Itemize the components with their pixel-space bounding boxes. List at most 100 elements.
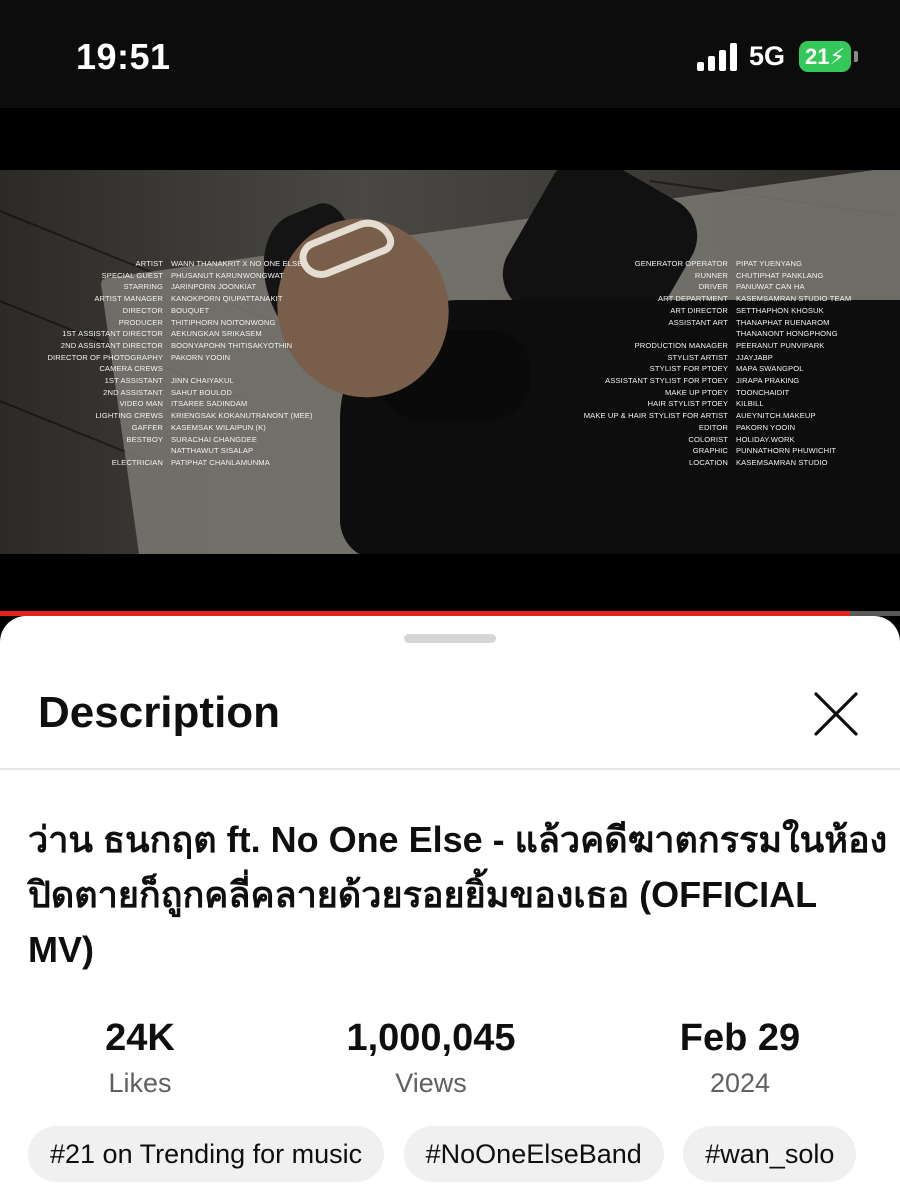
credit-name: Kilbill	[736, 399, 764, 409]
credit-name: Thitiphorn Noitonwong	[171, 317, 276, 327]
credit-name: Toonchaidit	[736, 387, 790, 397]
credit-role: Stylist Artist	[667, 352, 728, 362]
credit-role: Camera Crews	[99, 364, 163, 374]
views-count: 1,000,045	[346, 1017, 516, 1059]
credit-role: Art Director	[670, 305, 728, 315]
publish-date: Feb 29	[679, 1017, 801, 1059]
credit-name: Kasemsamran Studio	[736, 457, 828, 467]
credit-role: Artist	[135, 259, 163, 268]
credit-role: Runner	[694, 270, 728, 280]
trending-chip[interactable]: #21 on Trending for music	[28, 1126, 385, 1182]
credit-role: Graphic	[692, 446, 728, 456]
credit-name: Pakorn Yooin	[736, 422, 796, 432]
video-player[interactable]: Artist Wann Thanakrit x No One Else Specia…	[0, 108, 900, 616]
credit-row: Camera Crews	[40, 363, 313, 375]
credit-row: Director of Photography Pakorn Yooin	[40, 352, 313, 364]
credit-role: Video Man	[119, 399, 163, 409]
credit-row: 1st Assistant Jinn Chaiyakul	[40, 375, 313, 387]
credit-name: Chutiphat Panklang	[736, 270, 824, 280]
credit-name: Peeranut Punvipark	[736, 340, 825, 350]
credit-row: Hair Stylist Ptoey Kilbill	[560, 398, 851, 410]
credit-name: Sahut Boulod	[171, 387, 232, 397]
credit-row: Make up Ptoey Toonchaidit	[560, 387, 851, 399]
credit-role: Director	[122, 305, 163, 315]
credit-row: Location Kasemsamran Studio	[560, 457, 851, 469]
credit-row: Video Man Itsaree Sadindam	[40, 398, 313, 410]
credit-role: Location	[688, 457, 728, 467]
credit-name: Pipat Yuenyang	[736, 259, 803, 268]
credit-role: Driver	[698, 282, 728, 292]
credit-role: Generator Operator	[634, 259, 728, 268]
credit-name: Jinn Chaiyakul	[171, 376, 234, 386]
credit-name: Jarinporn Joonkiat	[171, 282, 257, 292]
likes-stat: 24K Likes	[30, 1016, 250, 1099]
credit-name: Kriengsak Kokanutranont (Mee)	[171, 411, 313, 421]
credit-role: Assistant Art	[668, 317, 728, 327]
views-label: Views	[395, 1068, 467, 1098]
credit-row: 1st Assistant Director Aekungkan Srikasem	[40, 328, 313, 340]
drag-handle[interactable]	[404, 634, 496, 643]
credit-name: Patiphat Chanlamunma	[171, 457, 270, 467]
credit-role: Bestboy	[126, 434, 163, 444]
battery-icon: 21⚡	[799, 41, 851, 72]
credit-name: Panuwat Can Ha	[736, 282, 805, 292]
credit-row: Stylist for Ptoey Mapa Swangpol	[560, 363, 851, 375]
credit-row: Assistant Art Thanaphat Ruenarom	[560, 317, 851, 329]
credit-name: Surachai Changdee	[171, 434, 258, 444]
credit-name: Jjayjabp	[736, 352, 773, 362]
credit-row: Special Guest Phusanut Karunwongwat	[40, 270, 313, 282]
credit-name: Wann Thanakrit x No One Else	[171, 259, 303, 268]
credit-role: Make up & Hair Stylist for Artist	[583, 411, 728, 421]
date-stat: Feb 29 2024	[630, 1016, 850, 1099]
credit-name: Jirapa Praking	[736, 376, 800, 386]
credit-role: Starring	[123, 282, 163, 292]
credit-name: Punnathorn Phuwichit	[736, 446, 837, 456]
credit-name: Kasemsak Wilaipun (K)	[171, 422, 266, 432]
credit-row: Gaffer Kasemsak Wilaipun (K)	[40, 422, 313, 434]
battery-tip	[854, 51, 858, 62]
credit-name: Phusanut Karunwongwat	[171, 270, 284, 280]
credit-name: Natthawut Sisalap	[171, 446, 254, 456]
credit-name: Itsaree Sadindam	[171, 399, 248, 409]
likes-label: Likes	[108, 1068, 172, 1098]
credit-role: Make up Ptoey	[664, 387, 728, 397]
credit-name: Aekungkan Srikasem	[171, 329, 262, 339]
credit-row: Artist Manager Kanokporn Qiupattanakit	[40, 293, 313, 305]
credit-name: Bouquet	[171, 305, 210, 315]
credit-role: 2nd Assistant	[103, 387, 163, 397]
credit-role: 1st Assistant Director	[62, 329, 163, 339]
credit-role: Special Guest	[101, 270, 163, 280]
credit-row: Artist Wann Thanakrit x No One Else	[40, 258, 313, 270]
close-button[interactable]	[808, 686, 864, 742]
credits-right: Generator Operator Pipat Yuenyang Runner Ch…	[560, 258, 851, 469]
credit-row: Assistant Stylist for Ptoey Jirapa Prakin…	[560, 375, 851, 387]
credit-role: Lighting Crews	[95, 411, 163, 421]
status-time: 19:51	[76, 36, 171, 77]
credit-row: Electrician Patiphat Chanlamunma	[40, 457, 313, 469]
credit-row: Bestboy Surachai Changdee	[40, 434, 313, 446]
credit-role: Electrician	[111, 457, 163, 467]
status-bar: 19:51 5G 21⚡	[0, 0, 900, 108]
credit-role: 2nd Assistant Director	[60, 340, 163, 350]
close-icon	[814, 692, 858, 736]
credit-row: Art Director Setthaphon Khosuk	[560, 305, 851, 317]
credit-role: Artist Manager	[94, 294, 163, 304]
credit-name: Boonyapohn Thitisakyothin	[171, 340, 293, 350]
credit-role: Production Manager	[634, 340, 728, 350]
hashtag-chip[interactable]: #wan_solo	[683, 1126, 857, 1182]
credit-role: Assistant Stylist for Ptoey	[605, 376, 728, 386]
credit-row: Thananont Hongphong	[560, 328, 851, 340]
credit-role: Hair Stylist Ptoey	[647, 399, 728, 409]
credit-row: Production Manager Peeranut Punvipark	[560, 340, 851, 352]
credit-role: Colorist	[688, 434, 728, 444]
credit-name: Holiday.work	[736, 434, 795, 444]
views-stat: 1,000,045 Views	[321, 1016, 541, 1099]
credit-role: Gaffer	[131, 422, 163, 432]
hashtag-chip[interactable]: #NoOneElseBand	[403, 1126, 664, 1182]
video-title: ว่าน ธนกฤต ft. No One Else - แล้วคดีฆาตก…	[28, 819, 888, 970]
credit-role: Stylist for Ptoey	[649, 364, 728, 374]
video-frame[interactable]: Artist Wann Thanakrit x No One Else Specia…	[0, 170, 900, 554]
credit-row: Natthawut Sisalap	[40, 445, 313, 457]
credit-row: Lighting Crews Kriengsak Kokanutranont (M…	[40, 410, 313, 422]
credits-left: Artist Wann Thanakrit x No One Else Specia…	[40, 258, 313, 469]
